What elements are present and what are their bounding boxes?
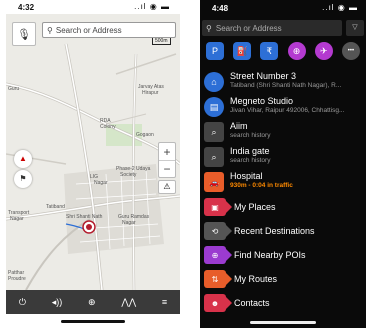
flag-icon: ⚑ bbox=[19, 174, 27, 183]
map-label: Society bbox=[120, 172, 137, 178]
fuel-button[interactable]: ⛽ bbox=[233, 42, 252, 60]
collapse-button[interactable]: ▽ bbox=[346, 20, 364, 36]
hospital-button[interactable]: ⊕ bbox=[287, 42, 306, 60]
item-title: Aiim bbox=[230, 121, 248, 131]
map-roads bbox=[6, 14, 180, 290]
home-icon: ⌂ bbox=[204, 72, 224, 92]
status-indicators: ..ıl ◉ ▬ bbox=[322, 3, 358, 12]
recent-destinations-icon: ⟲ bbox=[204, 222, 232, 240]
my-places-icon: ▣ bbox=[204, 198, 232, 216]
more-button[interactable]: ••• bbox=[341, 42, 360, 60]
home-indicator bbox=[200, 316, 366, 328]
search-icon: ⚲ bbox=[206, 23, 212, 33]
volume-icon[interactable]: ◂)) bbox=[52, 297, 63, 308]
item-subtitle: search history bbox=[230, 157, 271, 164]
status-time: 4:32 bbox=[18, 3, 35, 12]
map-label: Hirapur bbox=[142, 90, 159, 96]
menu-item-contacts[interactable]: ☻ Contacts bbox=[202, 291, 364, 315]
menu-item-label: Contacts bbox=[234, 298, 270, 308]
item-subtitle: Jivan Vihar, Raipur 492006, Chhattisg... bbox=[230, 107, 345, 114]
airplane-icon: ✈ bbox=[319, 45, 328, 56]
map-label: Proudre bbox=[8, 276, 26, 282]
parking-button[interactable]: P bbox=[206, 42, 224, 60]
item-title: India gate bbox=[230, 146, 270, 156]
parking-icon: P bbox=[211, 46, 218, 56]
search-input[interactable]: ⚲ Search or Address bbox=[42, 22, 176, 38]
item-subtitle: Tatiband (Shri Shanti Nath Nagar), R... bbox=[230, 82, 342, 89]
bottom-toolbar: ⏻ ◂)) ⊕ ⋀⋀ ≡ bbox=[6, 290, 180, 314]
menu-icon[interactable]: ≡ bbox=[162, 297, 167, 307]
status-time: 4:48 bbox=[212, 4, 229, 13]
item-title: Hospital bbox=[230, 171, 263, 181]
status-bar: 4:48 ..ıl ◉ ▬ bbox=[200, 0, 366, 16]
menu-item-label: Find Nearby POIs bbox=[234, 250, 306, 260]
menu-item-label: My Routes bbox=[234, 274, 278, 284]
car-icon: 🚗 bbox=[204, 172, 224, 192]
compass-button[interactable]: ▲ bbox=[14, 150, 32, 168]
my-routes-icon: ⇅ bbox=[204, 270, 232, 288]
map-label: Tatiband bbox=[46, 204, 65, 210]
search-placeholder: Search or Address bbox=[55, 25, 122, 35]
map-label: Guru bbox=[8, 86, 20, 92]
contacts-icon: ☻ bbox=[204, 294, 232, 312]
map-view[interactable]: Jarvay Atas Hirapur Guru RDA Colony Goga… bbox=[6, 14, 180, 290]
zoom-in-button[interactable]: + bbox=[159, 143, 175, 161]
zoom-out-button[interactable]: − bbox=[159, 161, 175, 178]
item-title: Megneto Studio bbox=[230, 96, 294, 106]
list-item[interactable]: 🚗 Hospital 930m - 0:04 in traffic bbox=[202, 170, 364, 194]
warning-button[interactable]: ⚠ bbox=[158, 180, 176, 194]
search-row: ⚲ Search or Address ▽ bbox=[202, 20, 364, 36]
mic-icon: 🎙 bbox=[17, 28, 31, 41]
item-subtitle: search history bbox=[230, 132, 271, 139]
status-indicators: ..ıl ◉ ▬ bbox=[134, 2, 170, 11]
route-icon[interactable]: ⋀⋀ bbox=[121, 297, 136, 308]
quick-actions: P ⛽ ₹ ⊕ ✈ ••• bbox=[202, 42, 364, 64]
map-label: Nagar bbox=[10, 216, 24, 222]
warning-icon: ⚠ bbox=[163, 182, 171, 191]
map-label: Gogaon bbox=[136, 132, 154, 138]
list-item[interactable]: ▤ Megneto Studio Jivan Vihar, Raipur 492… bbox=[202, 95, 364, 119]
more-icon: ••• bbox=[347, 48, 355, 54]
hospital-icon: ⊕ bbox=[292, 45, 301, 56]
zoom-control: + − bbox=[158, 142, 176, 178]
item-subtitle: 930m - 0:04 in traffic bbox=[230, 182, 293, 189]
menu-item-my-routes[interactable]: ⇅ My Routes bbox=[202, 267, 364, 291]
search-icon: ⚲ bbox=[47, 25, 53, 35]
search-icon: ⌕ bbox=[204, 122, 224, 142]
fuel-icon: ⛽ bbox=[236, 45, 248, 56]
search-placeholder: Search or Address bbox=[215, 23, 282, 33]
work-icon: ▤ bbox=[204, 97, 224, 117]
search-icon: ⌕ bbox=[204, 147, 224, 167]
voice-search-button[interactable]: 🎙 bbox=[12, 22, 36, 46]
menu-screen: 4:48 ..ıl ◉ ▬ ⚲ Search or Address ▽ P ⛽ … bbox=[200, 0, 366, 328]
menu-item-label: Recent Destinations bbox=[234, 226, 315, 236]
compass-icon: ▲ bbox=[19, 154, 27, 163]
status-bar: 4:32 ..ıl ◉ ▬ bbox=[6, 0, 180, 14]
location-pin-icon[interactable] bbox=[82, 220, 96, 234]
map-screen: 4:32 ..ıl ◉ ▬ Jarvay Atas Hirapur Guru R… bbox=[6, 0, 180, 328]
map-label: Nagar bbox=[122, 220, 136, 226]
locate-icon[interactable]: ⊕ bbox=[88, 297, 96, 308]
list-item[interactable]: ⌕ India gate search history bbox=[202, 145, 364, 169]
airport-button[interactable]: ✈ bbox=[314, 42, 333, 60]
atm-button[interactable]: ₹ bbox=[260, 42, 279, 60]
menu-item-find-nearby-pois[interactable]: ⊕ Find Nearby POIs bbox=[202, 243, 364, 267]
chevron-down-icon: ▽ bbox=[352, 24, 358, 31]
list-item[interactable]: ⌕ Aiim search history bbox=[202, 120, 364, 144]
menu-item-label: My Places bbox=[234, 202, 276, 212]
rupee-icon: ₹ bbox=[266, 45, 273, 56]
map-label: Nagar bbox=[94, 180, 108, 186]
search-input[interactable]: ⚲ Search or Address bbox=[202, 20, 342, 36]
map-label: Colony bbox=[100, 124, 116, 130]
list-item[interactable]: ⌂ Street Number 3 Tatiband (Shri Shanti … bbox=[202, 70, 364, 94]
menu-item-recent-destinations[interactable]: ⟲ Recent Destinations bbox=[202, 219, 364, 243]
map-scale: 500m bbox=[152, 38, 171, 45]
menu-item-my-places[interactable]: ▣ My Places bbox=[202, 195, 364, 219]
home-indicator bbox=[6, 314, 180, 328]
power-icon[interactable]: ⏻ bbox=[19, 297, 26, 308]
item-title: Street Number 3 bbox=[230, 71, 297, 81]
flag-button[interactable]: ⚑ bbox=[14, 170, 32, 188]
nearby-poi-icon: ⊕ bbox=[204, 246, 232, 264]
